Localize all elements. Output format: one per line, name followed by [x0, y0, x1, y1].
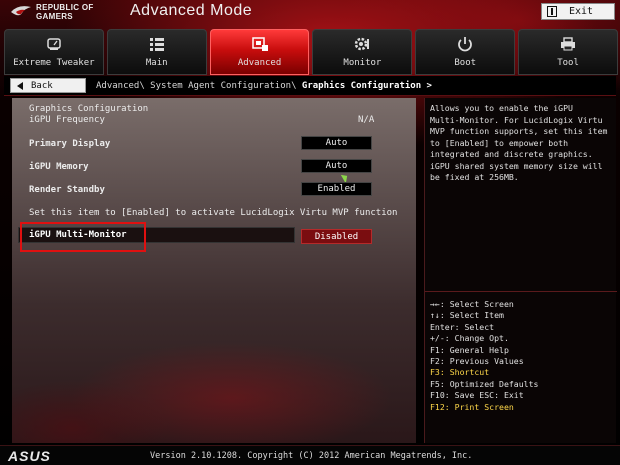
key-hint: ↑↓: Select Item — [430, 310, 504, 321]
key-legend: →←: Select Screen ↑↓: Select Item Enter:… — [430, 299, 538, 413]
gear-monitor-icon — [355, 37, 370, 51]
tab-monitor[interactable]: Monitor — [312, 29, 413, 75]
primary-display-select[interactable]: Auto — [301, 136, 372, 150]
asus-logo: ASUS — [8, 448, 51, 464]
exit-door-icon — [547, 6, 557, 17]
power-icon — [458, 37, 473, 52]
brand-text: REPUBLIC OF GAMERS — [36, 3, 94, 21]
help-panel: Allows you to enable the iGPU Multi-Moni… — [424, 98, 617, 443]
divider — [425, 291, 617, 292]
render-standby-label: Render Standby — [29, 185, 105, 195]
igpu-frequency-label: iGPU Frequency — [29, 115, 105, 125]
key-hint: F2: Previous Values — [430, 356, 524, 367]
tab-extreme-tweaker[interactable]: Extreme Tweaker — [4, 29, 104, 75]
igpu-frequency-value: N/A — [358, 115, 375, 125]
back-button[interactable]: Back — [10, 78, 86, 93]
primary-display-label: Primary Display — [29, 139, 111, 149]
key-hint: F5: Optimized Defaults — [430, 378, 539, 389]
settings-panel: Graphics Configuration iGPU Frequency N/… — [12, 98, 416, 443]
brand-line-2: GAMERS — [36, 12, 73, 21]
tab-label: Monitor — [343, 58, 382, 68]
help-text: Allows you to enable the iGPU Multi-Moni… — [430, 103, 608, 182]
exit-label: Exit — [569, 6, 594, 17]
igpu-multi-monitor-label: iGPU Multi-Monitor — [29, 230, 127, 240]
breadcrumb-path[interactable]: Advanced\ System Agent Configuration\ — [96, 81, 302, 91]
section-title: Graphics Configuration — [29, 104, 149, 114]
tab-advanced[interactable]: Advanced — [209, 29, 310, 75]
key-hint: F1: General Help — [430, 344, 509, 355]
key-hint: →←: Select Screen — [430, 299, 514, 309]
back-label: Back — [31, 80, 53, 91]
footer: ASUS Version 2.10.1208. Copyright (C) 20… — [0, 445, 620, 465]
lucid-note: Set this item to [Enabled] to activate L… — [29, 208, 398, 218]
mode-title: Advanced Mode — [130, 2, 253, 19]
tab-label: Advanced — [237, 58, 282, 68]
breadcrumb-current: Graphics Configuration > — [301, 81, 432, 91]
render-standby-select[interactable]: Enabled — [301, 182, 372, 196]
back-arrow-icon — [17, 81, 23, 90]
main-tabs: Extreme Tweaker Main Advanced Monitor Bo… — [4, 29, 618, 75]
tab-main[interactable]: Main — [106, 29, 207, 75]
version-text: Version 2.10.1208. Copyright (C) 2012 Am… — [150, 451, 473, 461]
meter-icon — [47, 38, 61, 50]
tab-tool[interactable]: Tool — [518, 29, 618, 75]
brand-line-1: REPUBLIC OF — [36, 3, 94, 12]
printer-icon — [561, 37, 576, 51]
print-screen-key-hint[interactable]: F12: Print Screen — [430, 402, 538, 413]
key-hint: F10: Save ESC: Exit — [430, 390, 524, 401]
top-bar: REPUBLIC OF GAMERS Advanced Mode Exit — [0, 0, 620, 26]
igpu-memory-label: iGPU Memory — [29, 162, 89, 172]
tab-label: Extreme Tweaker — [13, 58, 95, 68]
exit-button[interactable]: Exit — [541, 3, 615, 20]
breadcrumb: Advanced\ System Agent Configuration\ Gr… — [96, 81, 432, 91]
tab-label: Main — [145, 58, 168, 68]
shortcut-key-hint[interactable]: F3: Shortcut — [430, 367, 538, 378]
rog-eye-logo-icon — [11, 6, 31, 16]
igpu-memory-select[interactable]: Auto — [301, 159, 372, 173]
tab-boot[interactable]: Boot — [415, 29, 516, 75]
breadcrumb-bar: Back Advanced\ System Agent Configuratio… — [4, 76, 616, 96]
tab-label: Tool — [557, 58, 579, 68]
key-hint: Enter: Select — [430, 321, 495, 332]
tab-label: Boot — [454, 58, 477, 68]
list-icon — [149, 38, 164, 51]
key-hint: +/-: Change Opt. — [430, 333, 509, 344]
igpu-multi-monitor-select[interactable]: Disabled — [301, 229, 372, 244]
chip-icon — [251, 37, 268, 51]
